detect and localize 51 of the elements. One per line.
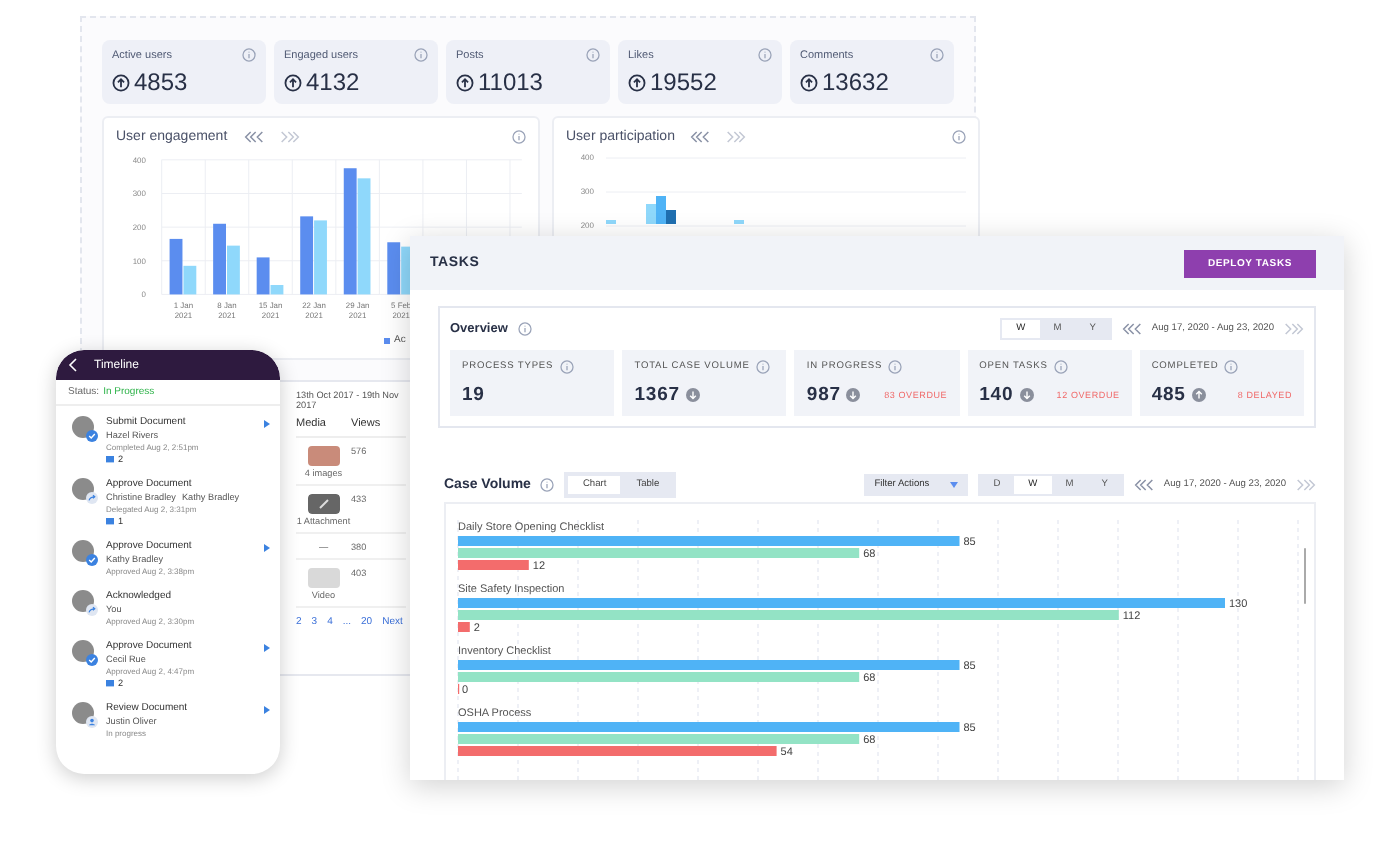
- previous-icon[interactable]: [1121, 322, 1142, 336]
- stat-value: 4853: [134, 68, 188, 96]
- next-icon[interactable]: [726, 130, 747, 144]
- caret-icon[interactable]: [264, 420, 270, 428]
- info-icon: [559, 360, 574, 374]
- stat-value: 19: [462, 384, 485, 406]
- info-icon: [755, 360, 770, 374]
- comment-icon: [106, 679, 114, 687]
- stat-value: 1367: [634, 384, 680, 406]
- arrow-circle-icon: [284, 73, 302, 91]
- stat-value: 987: [806, 384, 841, 406]
- info-icon: [242, 48, 256, 62]
- video-placeholder: [307, 568, 340, 588]
- info-icon: [512, 130, 526, 144]
- scrollbar[interactable]: [1303, 548, 1306, 604]
- comment-icon: [106, 455, 114, 463]
- info-icon: [952, 130, 966, 144]
- previous-icon[interactable]: [243, 130, 264, 144]
- arrow-circle-icon: [800, 73, 818, 91]
- stat-value: 485: [1151, 384, 1186, 406]
- info-icon: [517, 322, 532, 336]
- legend-swatch: [384, 337, 390, 343]
- next-icon[interactable]: [1296, 478, 1316, 492]
- arrow-circle-icon: [456, 73, 474, 91]
- next-icon[interactable]: [279, 130, 300, 144]
- info-icon: [758, 48, 772, 62]
- stat-value: 11013: [478, 68, 543, 96]
- caret-icon[interactable]: [264, 706, 270, 714]
- info-icon: [1053, 360, 1068, 374]
- caret-icon[interactable]: [264, 544, 270, 552]
- info-icon: [540, 478, 555, 492]
- previous-icon[interactable]: [690, 130, 711, 144]
- next-icon[interactable]: [1284, 322, 1304, 336]
- stat-value: 13632: [822, 68, 889, 96]
- info-icon: [930, 48, 944, 62]
- info-icon: [414, 48, 428, 62]
- stat-value: 19552: [650, 68, 717, 96]
- back-icon[interactable]: [68, 358, 78, 372]
- info-icon: [586, 48, 600, 62]
- stat-value: 140: [979, 384, 1014, 406]
- previous-icon[interactable]: [1133, 478, 1154, 492]
- arrow-circle-icon: [112, 73, 130, 91]
- comment-icon: [106, 517, 114, 525]
- info-icon: [888, 360, 903, 374]
- photo-placeholder: [307, 446, 340, 466]
- info-icon: [1224, 360, 1239, 374]
- caret-icon[interactable]: [264, 644, 270, 652]
- arrow-circle-icon: [628, 73, 646, 91]
- stat-value: 4132: [306, 68, 360, 96]
- attachment-icon: [307, 494, 340, 514]
- caret-icon: [949, 482, 958, 488]
